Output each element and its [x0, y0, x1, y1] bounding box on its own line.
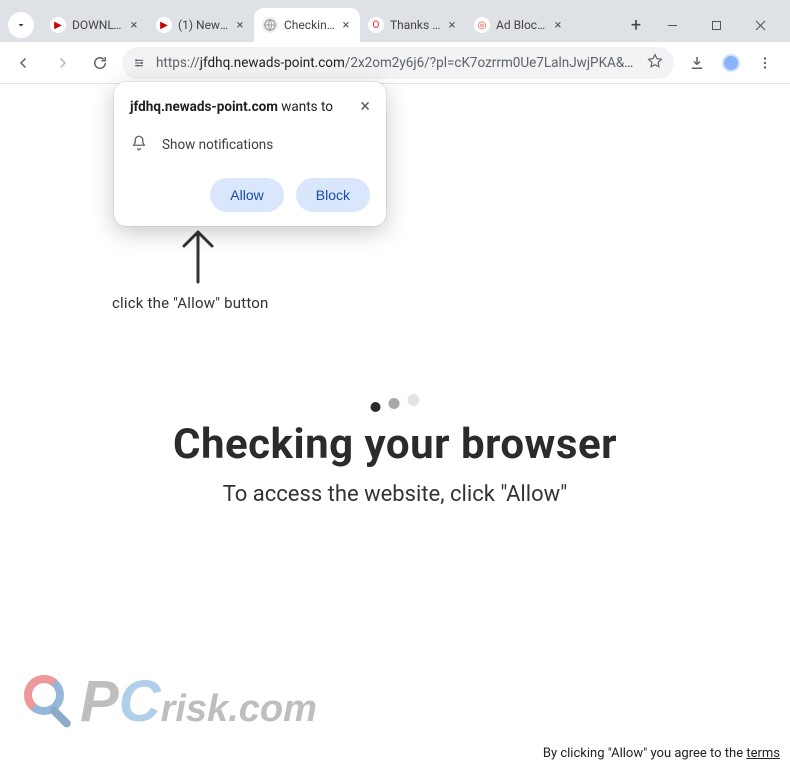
tab-strip: ▶DOWNLOAD×▶(1) New Me×Checking y×OThanks… — [42, 8, 618, 42]
arrow-up-icon — [176, 224, 220, 284]
tab-close-icon[interactable]: × — [232, 17, 248, 33]
site-settings-icon[interactable] — [130, 54, 148, 72]
permission-kind-label: Show notifications — [162, 137, 273, 153]
tab-label: (1) New Me — [178, 18, 230, 32]
tab-label: Ad Blocker — [496, 18, 548, 32]
downloads-button[interactable] — [680, 47, 714, 79]
tab-label: DOWNLOAD — [72, 18, 124, 32]
tab-label: Thanks for — [390, 18, 442, 32]
window-maximize-button[interactable] — [694, 10, 738, 40]
bell-icon — [130, 134, 148, 156]
permission-prompt-text: jfdhq.newads-point.com wants to — [130, 98, 342, 116]
tab-label: Checking y — [284, 18, 336, 32]
hint-text: click the "Allow" button — [112, 294, 269, 312]
window-close-button[interactable] — [738, 10, 782, 40]
close-icon[interactable]: × — [352, 98, 370, 116]
tab-close-icon[interactable]: × — [338, 17, 354, 33]
watermark-logo: PCrisk.com — [20, 661, 350, 745]
browser-tab[interactable]: Checking y× — [254, 8, 360, 42]
tab-close-icon[interactable]: × — [444, 17, 460, 33]
browser-tab[interactable]: ▶ (1) New Me× — [148, 8, 254, 42]
loading-dots-icon — [371, 400, 420, 412]
profile-avatar-button[interactable] — [714, 47, 748, 79]
nav-forward-button[interactable] — [46, 47, 78, 79]
block-button[interactable]: Block — [296, 178, 370, 212]
url-text: https://jfdhq.newads-point.com/2x2om2y6j… — [156, 55, 638, 71]
allow-button[interactable]: Allow — [210, 178, 283, 212]
notification-permission-dialog: jfdhq.newads-point.com wants to × Show n… — [114, 82, 386, 226]
window-controls — [650, 10, 782, 40]
tab-favicon-icon: O — [368, 17, 384, 33]
nav-back-button[interactable] — [8, 47, 40, 79]
svg-text:PCrisk.com: PCrisk.com — [80, 669, 317, 734]
tab-favicon-icon: ▶ — [156, 17, 172, 33]
page-headline: Checking your browser — [0, 420, 790, 469]
tab-favicon-icon: ▶ — [50, 17, 66, 33]
bookmark-star-icon[interactable] — [646, 52, 664, 74]
browser-tab[interactable]: O Thanks for × — [360, 8, 466, 42]
nav-reload-button[interactable] — [84, 47, 116, 79]
toolbar: https://jfdhq.newads-point.com/2x2om2y6j… — [0, 42, 790, 84]
tab-close-icon[interactable]: × — [126, 17, 142, 33]
tab-search-button[interactable] — [8, 12, 34, 38]
address-bar[interactable]: https://jfdhq.newads-point.com/2x2om2y6j… — [122, 47, 674, 79]
page-subline: To access the website, click "Allow" — [0, 482, 790, 507]
browser-tab[interactable]: ◎ Ad Blocker× — [466, 8, 572, 42]
terms-text: By clicking "Allow" you agree to the ter… — [543, 746, 780, 761]
browser-tab[interactable]: ▶ DOWNLOAD× — [42, 8, 148, 42]
tab-favicon-icon: ◎ — [474, 17, 490, 33]
tab-close-icon[interactable]: × — [550, 17, 566, 33]
kebab-menu-button[interactable] — [748, 47, 782, 79]
tab-favicon-icon — [262, 17, 278, 33]
terms-link[interactable]: terms — [746, 746, 780, 761]
titlebar: ▶DOWNLOAD×▶(1) New Me×Checking y×OThanks… — [0, 0, 790, 42]
new-tab-button[interactable]: + — [622, 11, 650, 39]
window-minimize-button[interactable] — [650, 10, 694, 40]
